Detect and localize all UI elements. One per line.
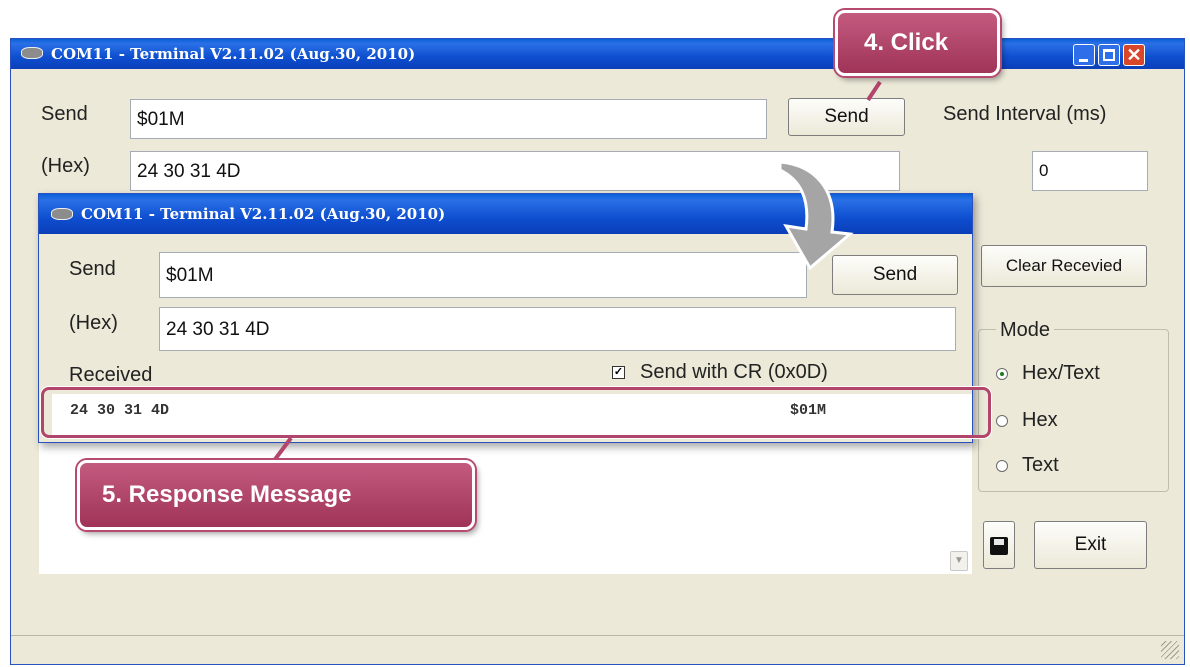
callout-connectors [271,80,882,464]
curved-arrow-icon [778,160,854,271]
response-callout: 5. Response Message [77,460,475,530]
response-connector [271,436,293,464]
click-connector [866,80,882,102]
click-callout: 4. Click [835,10,1000,76]
